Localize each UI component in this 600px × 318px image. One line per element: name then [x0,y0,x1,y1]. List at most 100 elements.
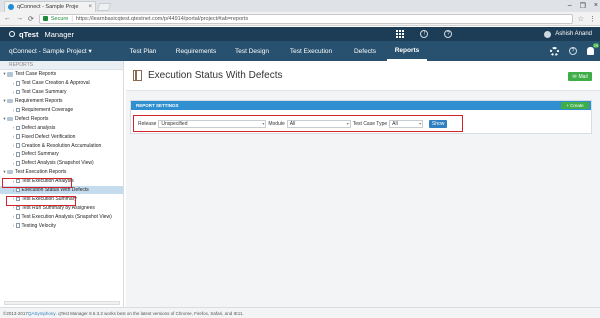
tree-item[interactable]: › Test Case Summary [0,88,123,97]
chevron-down-icon: ▾ [346,120,349,126]
report-filter-row: Release Unspecified ▾ Module All ▾ Test … [133,115,463,132]
release-value: Unspecified [161,120,188,127]
report-doc-icon [16,143,20,148]
forward-icon[interactable]: → [16,15,23,22]
mail-icon: ✉ [572,73,577,80]
brand-name: qTest [19,29,39,39]
folder-icon [7,169,13,175]
tree-item-label: Test Case Summary [21,89,67,96]
url-text[interactable]: https://learnbasicqtest.qtestnet.com/p/4… [76,16,248,22]
tree-item-label: Creation & Resolution Accumulation [21,142,102,149]
tree-item[interactable]: › Test Case Creation & Approval [0,79,123,88]
footer-company-link[interactable]: QASymphony [28,311,56,316]
report-doc-icon [16,187,20,193]
tree-group-requirement-reports[interactable]: ▾ Requirement Reports [0,97,123,106]
main-content: Execution Status With Defects ✉ Mail REP… [126,61,600,307]
reload-icon[interactable]: ⟳ [28,15,34,23]
user-avatar[interactable] [544,30,552,38]
address-bar[interactable]: Secure | https://learnbasicqtest.qtestne… [38,13,573,24]
tab-reports[interactable]: Reports [387,41,427,61]
help-icon[interactable]: ? [444,30,453,38]
browser-menu-icon[interactable]: ⋮ [589,15,596,23]
nav-right-icons: ? 29 [550,41,599,61]
sidebar-horizontal-scrollbar[interactable] [4,301,120,305]
new-tab-button[interactable] [96,3,112,11]
qtest-logo-icon [9,31,15,37]
tree-item-label: Defect analysis [21,124,56,131]
tree-item[interactable]: › Creation & Resolution Accumulation [0,141,123,150]
browser-tab-title: qConnect - Sample Proje [17,4,79,10]
highlight-test-execution-reports [2,178,72,188]
tab-test-design[interactable]: Test Design [225,41,279,61]
report-settings-title: REPORT SETTINGS [136,103,179,108]
project-switcher[interactable]: qConnect - Sample Project ▾ [9,47,119,55]
tree-group-label: Requirement Reports [15,98,63,105]
brand-product: Manager [44,29,75,39]
lock-icon [42,16,48,21]
sidebar-header: REPORTS [0,61,123,70]
bookmark-star-icon[interactable]: ☆ [578,15,584,23]
apps-grid-icon[interactable] [396,30,405,38]
tab-defects[interactable]: Defects [343,41,387,61]
notification-bell-icon[interactable]: 29 [587,43,599,55]
brand-logo[interactable]: qTest Manager [9,30,74,39]
tree-item-label: Test Case Creation & Approval [21,80,90,87]
tree-group-label: Test Case Reports [15,71,57,78]
footer-note: . qTest Manager 8.6.3.2 works best on th… [55,310,244,316]
tree-item[interactable]: › Fixed Defect Verification [0,132,123,141]
release-select[interactable]: Unspecified ▾ [158,119,267,128]
back-icon[interactable]: ← [4,15,11,22]
tab-test-execution[interactable]: Test Execution [279,41,343,61]
tree-item[interactable]: › Defect Summary [0,150,123,159]
mail-button[interactable]: ✉ Mail [568,72,592,81]
tree-item[interactable]: › Defect Analysis (Snapshot View) [0,159,123,168]
project-nav: qConnect - Sample Project ▾ Test Plan Re… [0,41,600,61]
secure-label: Secure [50,15,69,22]
address-bar-row: ← → ⟳ Secure | https://learnbasicqtest.q… [0,12,600,26]
maximize-icon[interactable]: ❐ [580,2,586,10]
tree-item[interactable]: › Testing Velocity [0,221,123,230]
tab-requirements[interactable]: Requirements [167,41,225,61]
chevron-down-icon: ▾ [419,120,422,126]
tree-item-label: Test Execution Analysis (Snapshot View) [21,213,112,220]
close-window-icon[interactable]: × [594,2,598,9]
report-doc-icon [16,223,20,228]
tree-group-test-case-reports[interactable]: ▾ Test Case Reports [0,70,123,79]
highlight-selected-report [6,196,76,206]
tree-item[interactable]: › Test Execution Analysis (Snapshot View) [0,212,123,221]
window-controls: – ❐ × [568,0,598,11]
tab-test-plan[interactable]: Test Plan [119,41,167,61]
report-doc-icon [16,134,20,139]
show-button[interactable]: Show [429,119,448,128]
folder-icon [7,116,13,122]
folder-icon [7,72,13,77]
report-doc-icon [16,125,20,131]
browser-tab-strip: qConnect - Sample Proje × – ❐ × [0,0,600,12]
tree-group-test-execution-reports[interactable]: ▾ Test Execution Reports [0,168,123,177]
notification-badge: 29 [592,43,599,48]
tree-group-label: Test Execution Reports [15,169,67,176]
tree-item[interactable]: › Defect analysis [0,123,123,132]
tree-item[interactable]: › Requirement Coverage [0,106,123,115]
gear-icon[interactable] [550,46,559,56]
reports-sidebar: REPORTS ▾ Test Case Reports › Test Case Cr… [0,61,124,307]
test-case-type-label: Test Case Type [352,120,388,127]
help-icon[interactable]: ? [569,47,577,55]
tab-close-icon[interactable]: × [88,4,92,10]
tree-item-label: Fixed Defect Verification [21,133,76,140]
report-book-icon [133,70,142,81]
info-icon[interactable]: ! [420,30,429,38]
test-case-type-value: All [392,120,398,127]
minimize-icon[interactable]: – [568,2,572,9]
user-name[interactable]: Ashish Anand [555,31,592,37]
tree-group-defect-reports[interactable]: ▾ Defect Reports [0,114,123,123]
module-label: Module [268,120,285,127]
page-title: Execution Status With Defects [148,70,283,81]
browser-tab[interactable]: qConnect - Sample Proje × [4,1,96,12]
report-settings-header: REPORT SETTINGS + Create [131,101,591,110]
app-header: qTest Manager ! ? Ashish Anand [0,27,600,41]
module-select[interactable]: All ▾ [286,119,351,128]
create-button[interactable]: + Create [561,102,589,109]
tree-item-label: Defect Summary [21,151,59,158]
test-case-type-select[interactable]: All ▾ [389,119,424,128]
